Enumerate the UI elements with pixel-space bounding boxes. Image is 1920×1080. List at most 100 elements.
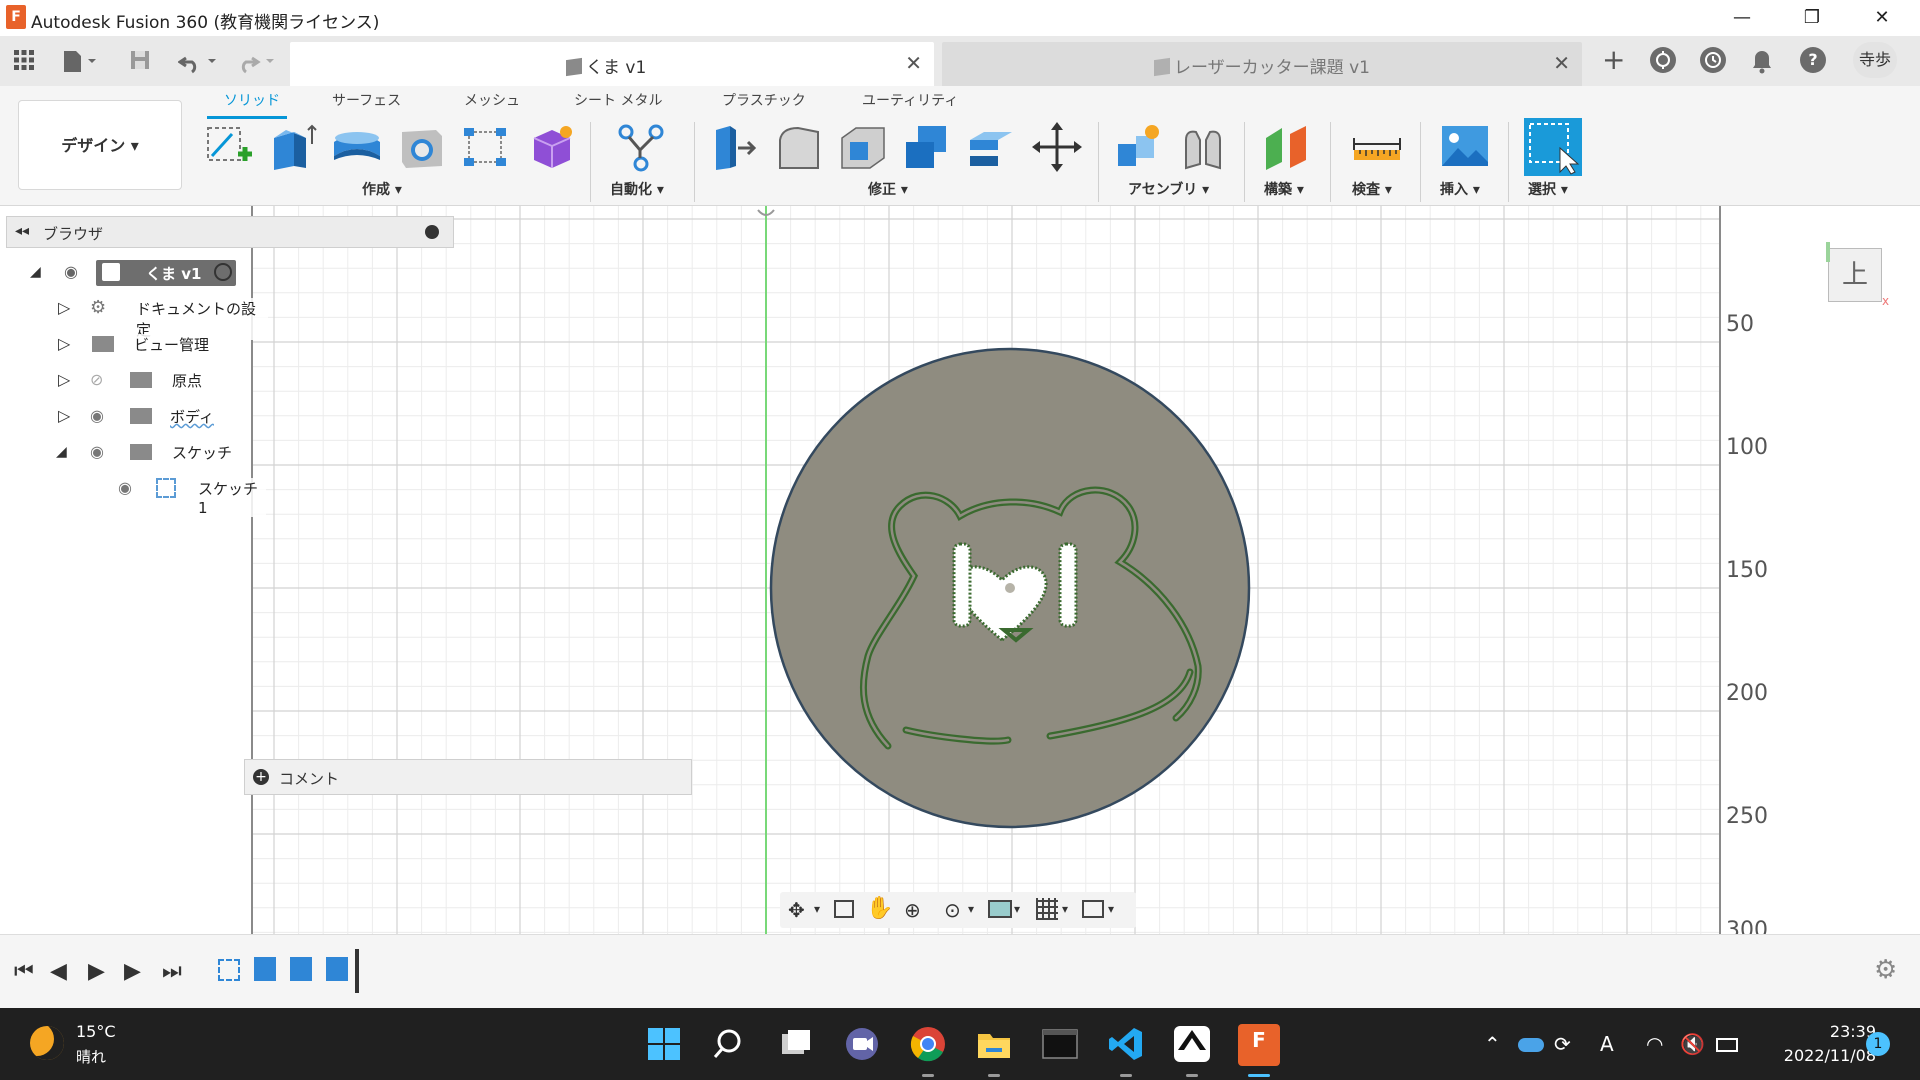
maximize-button[interactable]: ❐	[1788, 4, 1836, 32]
minimize-button[interactable]: —	[1718, 4, 1766, 32]
offset-plane-icon[interactable]	[1260, 120, 1314, 174]
combine-icon[interactable]	[900, 120, 954, 174]
tab-surface[interactable]: サーフェス	[332, 90, 401, 110]
wifi-icon[interactable]: ◠	[1646, 1032, 1663, 1056]
tree-item-origin[interactable]: ▷ ⊘ 原点	[58, 366, 268, 396]
fusion360-taskbar-icon[interactable]: F	[1238, 1024, 1280, 1066]
eye-hidden-icon[interactable]: ⊘	[90, 370, 103, 389]
vscode-icon[interactable]	[1106, 1024, 1146, 1064]
task-view-icon[interactable]	[776, 1024, 816, 1064]
measure-icon[interactable]	[1350, 120, 1404, 174]
file-menu-icon[interactable]	[60, 48, 98, 74]
modeling-canvas[interactable]: 50 100 150 200 250 300 ◂◂ ブラウザ ◢ ◉ くま v1…	[0, 206, 1920, 934]
app-grid-icon[interactable]	[12, 48, 36, 74]
automate-group-label[interactable]: 自動化 ▾	[610, 179, 664, 199]
show-hidden-icons-chevron-icon[interactable]: ⌃	[1484, 1032, 1501, 1056]
insert-canvas-icon[interactable]	[1438, 120, 1492, 174]
create-sketch-icon[interactable]	[202, 120, 256, 174]
eye-icon[interactable]: ◉	[90, 406, 104, 425]
file-explorer-icon[interactable]	[974, 1024, 1014, 1064]
expand-right-icon[interactable]: ▷	[58, 334, 70, 353]
offset-face-icon[interactable]	[964, 120, 1018, 174]
weather-moon-icon[interactable]	[30, 1026, 64, 1060]
eye-icon[interactable]: ◉	[64, 262, 78, 281]
timeline-extrude-feature-icon[interactable]	[254, 957, 276, 981]
tree-item-view-management[interactable]: ▷ ビュー管理	[58, 330, 268, 360]
create-form-icon[interactable]	[524, 120, 578, 174]
inkscape-icon[interactable]	[1172, 1024, 1212, 1064]
tab-sheet-metal[interactable]: シート メタル	[574, 90, 662, 110]
construct-group-label[interactable]: 構築 ▾	[1264, 179, 1304, 199]
timeline-extrude-feature-icon[interactable]	[290, 957, 312, 981]
viewports-icon[interactable]	[1082, 900, 1104, 918]
tab-mesh[interactable]: メッシュ	[464, 90, 520, 110]
modify-group-label[interactable]: 修正 ▾	[868, 179, 908, 199]
tab-close-icon[interactable]: ✕	[905, 51, 922, 75]
revolve-icon[interactable]	[330, 120, 384, 174]
add-comment-icon[interactable]: +	[253, 769, 269, 785]
save-icon[interactable]	[128, 48, 152, 74]
timeline-marker[interactable]	[355, 949, 359, 993]
tab-plastic[interactable]: プラスチック	[722, 90, 806, 110]
tree-item-bodies[interactable]: ▷ ◉ ボディ	[58, 402, 268, 432]
pattern-icon[interactable]	[458, 120, 512, 174]
chevron-down-icon[interactable]: ▾	[1014, 902, 1020, 916]
help-icon[interactable]: ?	[1800, 47, 1826, 73]
undo-icon[interactable]	[177, 48, 222, 74]
eye-icon[interactable]: ◉	[118, 478, 132, 497]
teams-chat-icon[interactable]	[842, 1024, 882, 1064]
timeline-settings-gear-icon[interactable]: ⚙	[1874, 955, 1897, 985]
chevron-down-icon[interactable]: ▾	[1062, 902, 1068, 916]
start-button-icon[interactable]	[644, 1024, 684, 1064]
insert-group-label[interactable]: 挿入 ▾	[1440, 179, 1480, 199]
collapse-browser-icon[interactable]: ◂◂	[15, 223, 29, 239]
new-component-icon[interactable]	[1112, 120, 1166, 174]
zoom-icon[interactable]: ⊕	[904, 898, 921, 922]
ime-mode-indicator[interactable]: A	[1600, 1032, 1614, 1056]
onedrive-icon[interactable]	[1518, 1038, 1544, 1052]
speaker-muted-icon[interactable]: 🔇	[1680, 1032, 1705, 1056]
tree-root-row[interactable]: ◢ ◉ くま v1	[28, 258, 268, 288]
weather-condition[interactable]: 晴れ	[76, 1046, 106, 1067]
chevron-down-icon[interactable]: ▾	[968, 902, 974, 916]
look-at-icon[interactable]	[834, 900, 854, 918]
tree-item-document-settings[interactable]: ▷ ⚙ ドキュメントの設定	[58, 294, 268, 340]
fillet-icon[interactable]	[772, 120, 826, 174]
create-group-label[interactable]: 作成 ▾	[362, 179, 402, 199]
weather-temperature[interactable]: 15°C	[76, 1022, 116, 1041]
hole-icon[interactable]	[394, 120, 448, 174]
terminal-icon[interactable]	[1040, 1024, 1080, 1064]
pan-icon[interactable]: ✋	[866, 896, 893, 921]
battery-icon[interactable]	[1716, 1038, 1738, 1052]
orbit-icon[interactable]: ✥	[788, 898, 805, 922]
press-pull-icon[interactable]	[708, 120, 762, 174]
fit-icon[interactable]: ⊙	[944, 898, 961, 922]
browser-panel-header[interactable]: ◂◂ ブラウザ	[6, 216, 454, 248]
close-window-button[interactable]: ✕	[1858, 4, 1906, 32]
select-group-label[interactable]: 選択 ▾	[1528, 179, 1568, 199]
tab-utilities[interactable]: ユーティリティ	[862, 90, 958, 110]
clock-date[interactable]: 2022/11/08	[1760, 1046, 1876, 1065]
job-status-icon[interactable]	[1700, 47, 1726, 73]
expand-down-icon[interactable]: ◢	[56, 444, 67, 460]
timeline-extrude-feature-icon[interactable]	[326, 957, 348, 981]
tab-kuma[interactable]: くま v1 ✕	[290, 42, 934, 86]
timeline-next-icon[interactable]: ▶	[124, 959, 141, 984]
user-avatar[interactable]: 寺歩	[1853, 42, 1897, 78]
select-icon[interactable]	[1524, 118, 1582, 176]
expand-right-icon[interactable]: ▷	[58, 370, 70, 389]
move-copy-icon[interactable]	[1030, 120, 1084, 174]
grid-settings-icon[interactable]	[1036, 898, 1058, 920]
shell-icon[interactable]	[836, 120, 890, 174]
notifications-bell-icon[interactable]	[1750, 48, 1774, 74]
expand-down-icon[interactable]: ◢	[30, 264, 41, 280]
joint-icon[interactable]	[1176, 120, 1230, 174]
search-icon[interactable]	[710, 1024, 750, 1064]
notification-count-badge[interactable]: 1	[1866, 1032, 1890, 1056]
inspect-group-label[interactable]: 検査 ▾	[1352, 179, 1392, 199]
display-settings-icon[interactable]	[988, 900, 1012, 918]
chevron-down-icon[interactable]: ▾	[814, 902, 820, 916]
workspace-switcher[interactable]: デザイン ▾	[18, 100, 182, 190]
comments-panel[interactable]: + コメント	[244, 759, 692, 795]
new-tab-button[interactable]: +	[1602, 46, 1625, 74]
